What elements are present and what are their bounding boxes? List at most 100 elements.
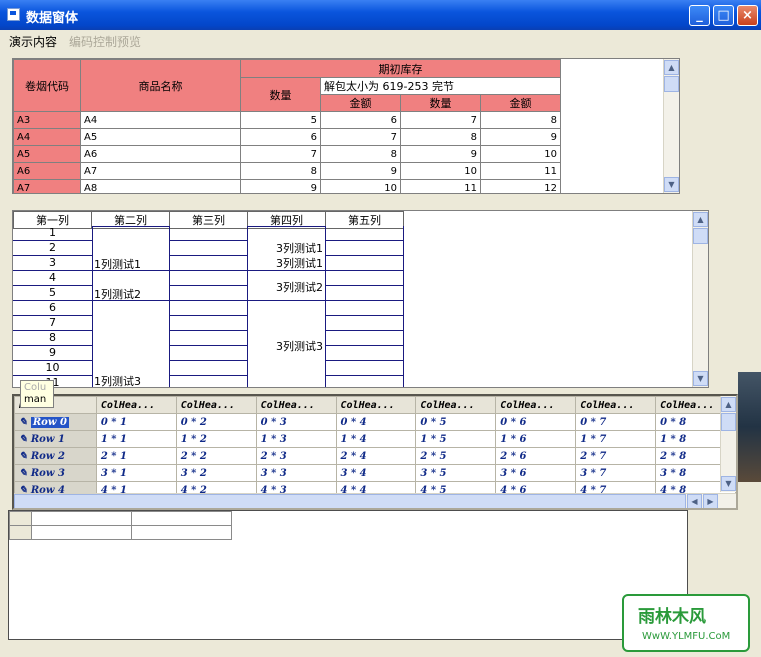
table-cell[interactable]: 0 * 4: [335, 413, 417, 431]
blank-grid[interactable]: [8, 510, 688, 640]
row-header[interactable]: ✎ Row 2: [14, 447, 97, 465]
table-cell[interactable]: 1 * 2: [175, 430, 257, 448]
table-cell[interactable]: 8: [480, 111, 561, 129]
table-cell[interactable]: 8: [400, 128, 481, 146]
scroll-down-arrow[interactable]: ▼: [721, 476, 736, 491]
grid-cell[interactable]: [31, 525, 132, 540]
table-cell[interactable]: 3 * 6: [495, 464, 577, 482]
table-cell[interactable]: A5: [13, 145, 81, 163]
table-cell[interactable]: A7: [80, 162, 241, 180]
table-row[interactable]: A4 A5 6 7 8 9: [13, 128, 561, 146]
scroll-down-arrow[interactable]: ▼: [664, 177, 679, 192]
table-cell[interactable]: 7: [320, 128, 401, 146]
table-cell[interactable]: 2 * 5: [415, 447, 497, 465]
col-header[interactable]: ColHea...: [95, 396, 177, 414]
table-cell[interactable]: 3 * 5: [415, 464, 497, 482]
scroll-down-arrow[interactable]: ▼: [693, 371, 708, 386]
scroll-right-arrow[interactable]: ▶: [703, 494, 718, 508]
merged-cell[interactable]: 3列测试1 3列测试1: [247, 226, 326, 271]
table-cell[interactable]: 1 * 7: [575, 430, 657, 448]
table-cell[interactable]: 11: [480, 162, 561, 180]
menu-demo[interactable]: 演示内容: [9, 33, 57, 50]
row-header[interactable]: ✎ Row 1: [14, 430, 97, 448]
col-header[interactable]: ColHea...: [335, 396, 417, 414]
table-cell[interactable]: 0 * 5: [415, 413, 497, 431]
merged-cell[interactable]: 1列测试2: [92, 270, 170, 301]
table-cell[interactable]: A4: [13, 128, 81, 146]
table-cell[interactable]: 8: [320, 145, 401, 163]
table-row[interactable]: ✎ Row 22 * 12 * 22 * 32 * 42 * 52 * 62 *…: [14, 447, 736, 465]
table-cell[interactable]: 2 * 4: [335, 447, 417, 465]
col-header[interactable]: ColHea...: [495, 396, 577, 414]
inventory-grid[interactable]: 卷烟代码 商品名称 期初库存 数量 解包太小为 619-253 完节 金额 数量…: [12, 58, 680, 194]
merged-cell[interactable]: 3列测试2: [247, 270, 326, 301]
merged-grid[interactable]: 第一列 第二列 第三列 第四列 第五列 1 2 3 4 5 6 7 8 9 10…: [12, 210, 709, 388]
table-cell[interactable]: 0 * 1: [95, 413, 177, 431]
table-cell[interactable]: 6: [240, 128, 321, 146]
table-row[interactable]: ✎ Row 11 * 11 * 21 * 31 * 41 * 51 * 61 *…: [14, 430, 736, 448]
grid-cell[interactable]: [131, 525, 232, 540]
table-cell[interactable]: 9: [480, 128, 561, 146]
table-cell[interactable]: A4: [80, 111, 241, 129]
table-cell[interactable]: 2 * 6: [495, 447, 577, 465]
table-cell[interactable]: 9: [320, 162, 401, 180]
grid-cell[interactable]: [31, 511, 132, 526]
scroll-thumb[interactable]: [721, 413, 736, 431]
inventory-vscroll[interactable]: ▲ ▼: [663, 59, 679, 193]
minimize-button[interactable]: _: [689, 5, 710, 26]
merged-grid-vscroll[interactable]: ▲ ▼: [692, 211, 708, 387]
scroll-up-arrow[interactable]: ▲: [664, 60, 679, 75]
table-cell[interactable]: A5: [80, 128, 241, 146]
table-cell[interactable]: 3 * 4: [335, 464, 417, 482]
table-cell[interactable]: A3: [13, 111, 81, 129]
table-row[interactable]: ✎ Row 00 * 10 * 20 * 30 * 40 * 50 * 60 *…: [14, 413, 736, 431]
scroll-left-arrow[interactable]: ◀: [687, 494, 702, 508]
table-cell[interactable]: 8: [240, 162, 321, 180]
table-cell[interactable]: 2 * 1: [95, 447, 177, 465]
table-cell[interactable]: 12: [480, 179, 561, 193]
table-cell[interactable]: A8: [80, 179, 241, 193]
table-cell[interactable]: 3 * 1: [95, 464, 177, 482]
row-header[interactable]: ✎ Row 0: [14, 413, 97, 431]
table-cell[interactable]: 0 * 3: [255, 413, 337, 431]
grid-cell[interactable]: [131, 511, 232, 526]
table-cell[interactable]: 5: [240, 111, 321, 129]
flex-grid-hscroll[interactable]: ◀ ▶: [14, 493, 736, 508]
app-icon[interactable]: [7, 8, 20, 21]
table-cell[interactable]: 11: [400, 179, 481, 193]
merged-cell[interactable]: 1列测试3: [92, 300, 170, 387]
scroll-up-arrow[interactable]: ▲: [721, 397, 736, 412]
table-row[interactable]: A7 A8 9 10 11 12: [13, 179, 561, 193]
table-row[interactable]: A5 A6 7 8 9 10: [13, 145, 561, 163]
table-row[interactable]: A3 A4 5 6 7 8: [13, 111, 561, 129]
row-header[interactable]: ✎ Row 3: [14, 464, 97, 482]
table-cell[interactable]: 0 * 7: [575, 413, 657, 431]
table-row[interactable]: A6 A7 8 9 10 11: [13, 162, 561, 180]
table-cell[interactable]: 1 * 5: [415, 430, 497, 448]
table-cell[interactable]: 9: [400, 145, 481, 163]
table-cell[interactable]: 3 * 3: [255, 464, 337, 482]
flex-grid[interactable]: Hea... ColHea...ColHea...ColHea...ColHea…: [12, 394, 738, 510]
col-header[interactable]: ColHea...: [575, 396, 657, 414]
table-cell[interactable]: 10: [320, 179, 401, 193]
table-cell[interactable]: 2 * 2: [175, 447, 257, 465]
table-cell[interactable]: 7: [240, 145, 321, 163]
table-cell[interactable]: 10: [480, 145, 561, 163]
table-cell[interactable]: A6: [13, 162, 81, 180]
menu-preview[interactable]: 编码控制预览: [69, 33, 141, 50]
col-header[interactable]: ColHea...: [415, 396, 497, 414]
table-cell[interactable]: 7: [400, 111, 481, 129]
table-cell[interactable]: 6: [320, 111, 401, 129]
scroll-thumb[interactable]: [664, 76, 679, 92]
table-cell[interactable]: 3 * 7: [575, 464, 657, 482]
scroll-thumb[interactable]: [693, 228, 708, 244]
merged-cell[interactable]: 3列测试3: [247, 300, 326, 387]
table-cell[interactable]: 2 * 7: [575, 447, 657, 465]
maximize-button[interactable]: □: [713, 5, 734, 26]
table-cell[interactable]: 0 * 2: [175, 413, 257, 431]
table-cell[interactable]: A7: [13, 179, 81, 193]
scroll-thumb[interactable]: [14, 494, 686, 508]
table-cell[interactable]: 0 * 6: [495, 413, 577, 431]
col-header[interactable]: ColHea...: [255, 396, 337, 414]
close-button[interactable]: ×: [737, 5, 758, 26]
